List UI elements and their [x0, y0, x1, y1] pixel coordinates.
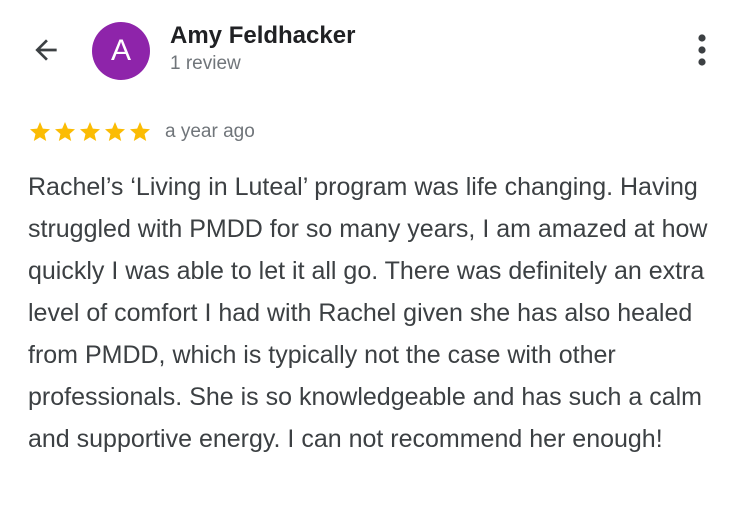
- star-rating: [28, 120, 153, 144]
- more-options-button[interactable]: [682, 28, 722, 72]
- back-button[interactable]: [26, 30, 66, 70]
- more-vertical-icon: [698, 34, 706, 66]
- arrow-back-icon: [35, 39, 57, 61]
- star-icon: [130, 122, 150, 141]
- review-date: a year ago: [165, 121, 255, 142]
- review-header: A Amy Feldhacker 1 review: [0, 0, 750, 100]
- star-icon: [105, 122, 125, 141]
- review-text: Rachel’s ‘Living in Luteal’ program was …: [28, 173, 708, 453]
- star-icon: [55, 122, 75, 141]
- star-icon: [30, 122, 50, 141]
- star-icon: [80, 122, 100, 141]
- avatar-letter: A: [110, 34, 131, 67]
- reviewer-name[interactable]: Amy Feldhacker: [170, 22, 355, 50]
- rating-row: a year ago: [28, 118, 255, 146]
- review-count: 1 review: [170, 53, 241, 74]
- avatar[interactable]: A: [92, 22, 150, 80]
